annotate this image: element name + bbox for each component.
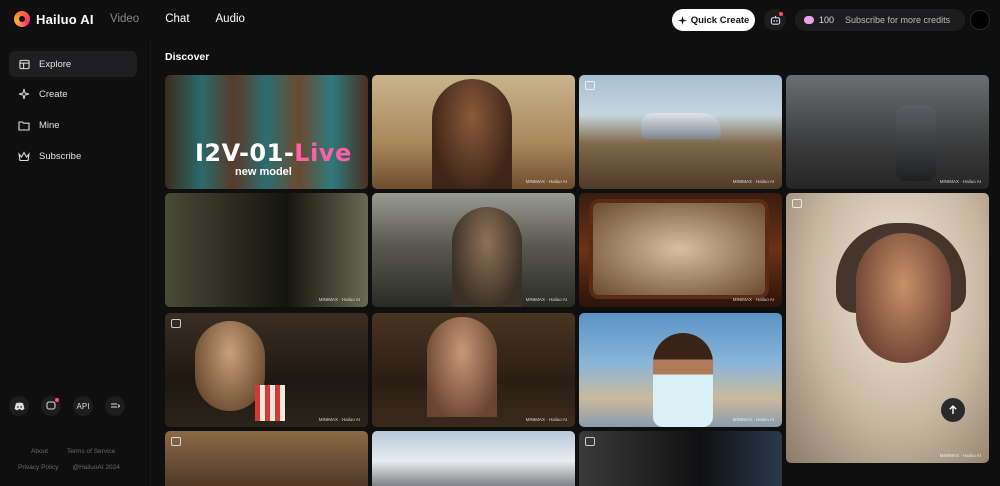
footer-links-row-1: About Terms of Service <box>31 448 115 455</box>
video-card[interactable]: MINIMAX · Hailuo AI <box>372 75 575 189</box>
sparkle-icon <box>677 15 687 25</box>
privacy-link[interactable]: Privacy Policy <box>18 464 58 471</box>
main-nav: Video Chat Audio <box>110 13 245 25</box>
featured-video-card[interactable]: I2V-01-Live new model <box>165 75 368 189</box>
featured-title: I2V-01-Live <box>195 139 352 167</box>
thumbnail-subject <box>427 317 497 417</box>
image-to-video-icon <box>171 319 181 328</box>
video-card[interactable]: MINIMAX · Hailuo AI <box>786 193 989 463</box>
api-button[interactable]: API <box>73 396 93 416</box>
sidebar-item-label: Explore <box>39 58 72 70</box>
copyright-text: @HailuoAI 2024 <box>72 464 120 471</box>
section-title: Discover <box>165 51 210 63</box>
collapse-sidebar-button[interactable] <box>105 396 125 416</box>
video-card[interactable] <box>165 431 368 486</box>
quick-create-button[interactable]: Quick Create <box>672 9 755 31</box>
crown-icon <box>18 150 30 162</box>
explore-icon <box>18 58 30 70</box>
watermark: MINIMAX · Hailuo AI <box>525 179 567 184</box>
watermark: MINIMAX · Hailuo AI <box>939 453 981 458</box>
sidebar-quick-links: API <box>9 396 125 416</box>
sidebar-item-mine[interactable]: Mine <box>9 112 137 138</box>
subscribe-credits-link[interactable]: Subscribe for more credits <box>845 15 950 25</box>
watermark: MINIMAX · Hailuo AI <box>525 297 567 302</box>
sidebar-item-create[interactable]: Create <box>9 81 137 107</box>
sidebar-divider <box>150 40 151 486</box>
video-card[interactable]: MINIMAX · Hailuo AI <box>786 75 989 189</box>
video-card[interactable]: MINIMAX · Hailuo AI <box>579 75 782 189</box>
watermark: MINIMAX · Hailuo AI <box>732 417 774 422</box>
logo-mark-icon <box>14 11 30 27</box>
sidebar-item-subscribe[interactable]: Subscribe <box>9 143 137 169</box>
user-avatar[interactable] <box>970 10 990 30</box>
arrow-up-icon <box>949 405 957 414</box>
thumbnail-subject <box>641 113 721 139</box>
sidebar-item-explore[interactable]: Explore <box>9 51 137 77</box>
thumbnail-subject <box>653 333 713 427</box>
chat-bubble-icon <box>46 401 56 410</box>
sidebar: Explore Create Mine Subscribe API About <box>0 40 151 486</box>
thumbnail-subject <box>856 233 951 363</box>
thumbnail-subject <box>432 79 512 189</box>
sidebar-item-label: Mine <box>39 119 60 131</box>
watermark: MINIMAX · Hailuo AI <box>525 417 567 422</box>
thumbnail-subject <box>452 207 522 307</box>
sidebar-item-label: Create <box>39 88 68 100</box>
discord-button[interactable] <box>9 396 29 416</box>
robot-icon <box>770 15 780 25</box>
terms-link[interactable]: Terms of Service <box>67 448 115 455</box>
video-card[interactable]: MINIMAX · Hailuo AI <box>579 313 782 427</box>
credits-count: 100 <box>819 15 835 25</box>
watermark: MINIMAX · Hailuo AI <box>318 417 360 422</box>
video-card[interactable]: MINIMAX · Hailuo AI <box>165 193 368 307</box>
nav-audio[interactable]: Audio <box>216 13 245 25</box>
video-card[interactable] <box>372 431 575 486</box>
assistant-button[interactable] <box>764 9 786 31</box>
footer-links-row-2: Privacy Policy @HailuoAI 2024 <box>18 464 120 471</box>
watermark: MINIMAX · Hailuo AI <box>732 297 774 302</box>
logo[interactable]: Hailuo AI <box>14 11 94 27</box>
video-card[interactable] <box>579 431 782 486</box>
notification-dot <box>779 12 783 16</box>
featured-subtitle: new model <box>235 166 292 178</box>
thumbnail-subject <box>589 199 769 299</box>
image-to-video-icon <box>585 81 595 90</box>
sidebar-item-label: Subscribe <box>39 150 82 162</box>
featured-title-main: I2V-01- <box>195 139 295 167</box>
image-to-video-icon <box>171 437 181 446</box>
brand-name: Hailuo AI <box>36 11 94 27</box>
popcorn-bucket <box>255 385 285 421</box>
image-to-video-icon <box>585 437 595 446</box>
folder-icon <box>18 119 30 131</box>
watermark: MINIMAX · Hailuo AI <box>939 179 981 184</box>
quick-create-label: Quick Create <box>690 14 750 26</box>
scroll-to-top-button[interactable] <box>941 398 965 422</box>
nav-chat[interactable]: Chat <box>165 13 189 25</box>
watermark: MINIMAX · Hailuo AI <box>318 297 360 302</box>
sparkle-icon <box>18 88 30 100</box>
video-card[interactable]: MINIMAX · Hailuo AI <box>372 313 575 427</box>
feedback-button[interactable] <box>41 396 61 416</box>
about-link[interactable]: About <box>31 448 48 455</box>
watermark: MINIMAX · Hailuo AI <box>732 179 774 184</box>
video-card[interactable]: MINIMAX · Hailuo AI <box>165 313 368 427</box>
video-card[interactable]: MINIMAX · Hailuo AI <box>372 193 575 307</box>
top-bar: Hailuo AI Video Chat Audio Quick Create … <box>0 0 1000 40</box>
collapse-icon <box>111 403 120 408</box>
credits-gem-icon <box>804 16 814 24</box>
image-to-video-icon <box>792 199 802 208</box>
nav-video[interactable]: Video <box>110 13 139 25</box>
credits-pill[interactable]: 100 Subscribe for more credits <box>795 9 965 31</box>
notification-dot <box>55 398 59 402</box>
thumbnail-subject <box>896 105 936 181</box>
discord-icon <box>14 402 24 410</box>
video-card[interactable]: MINIMAX · Hailuo AI <box>579 193 782 307</box>
featured-title-accent: Live <box>294 139 352 167</box>
